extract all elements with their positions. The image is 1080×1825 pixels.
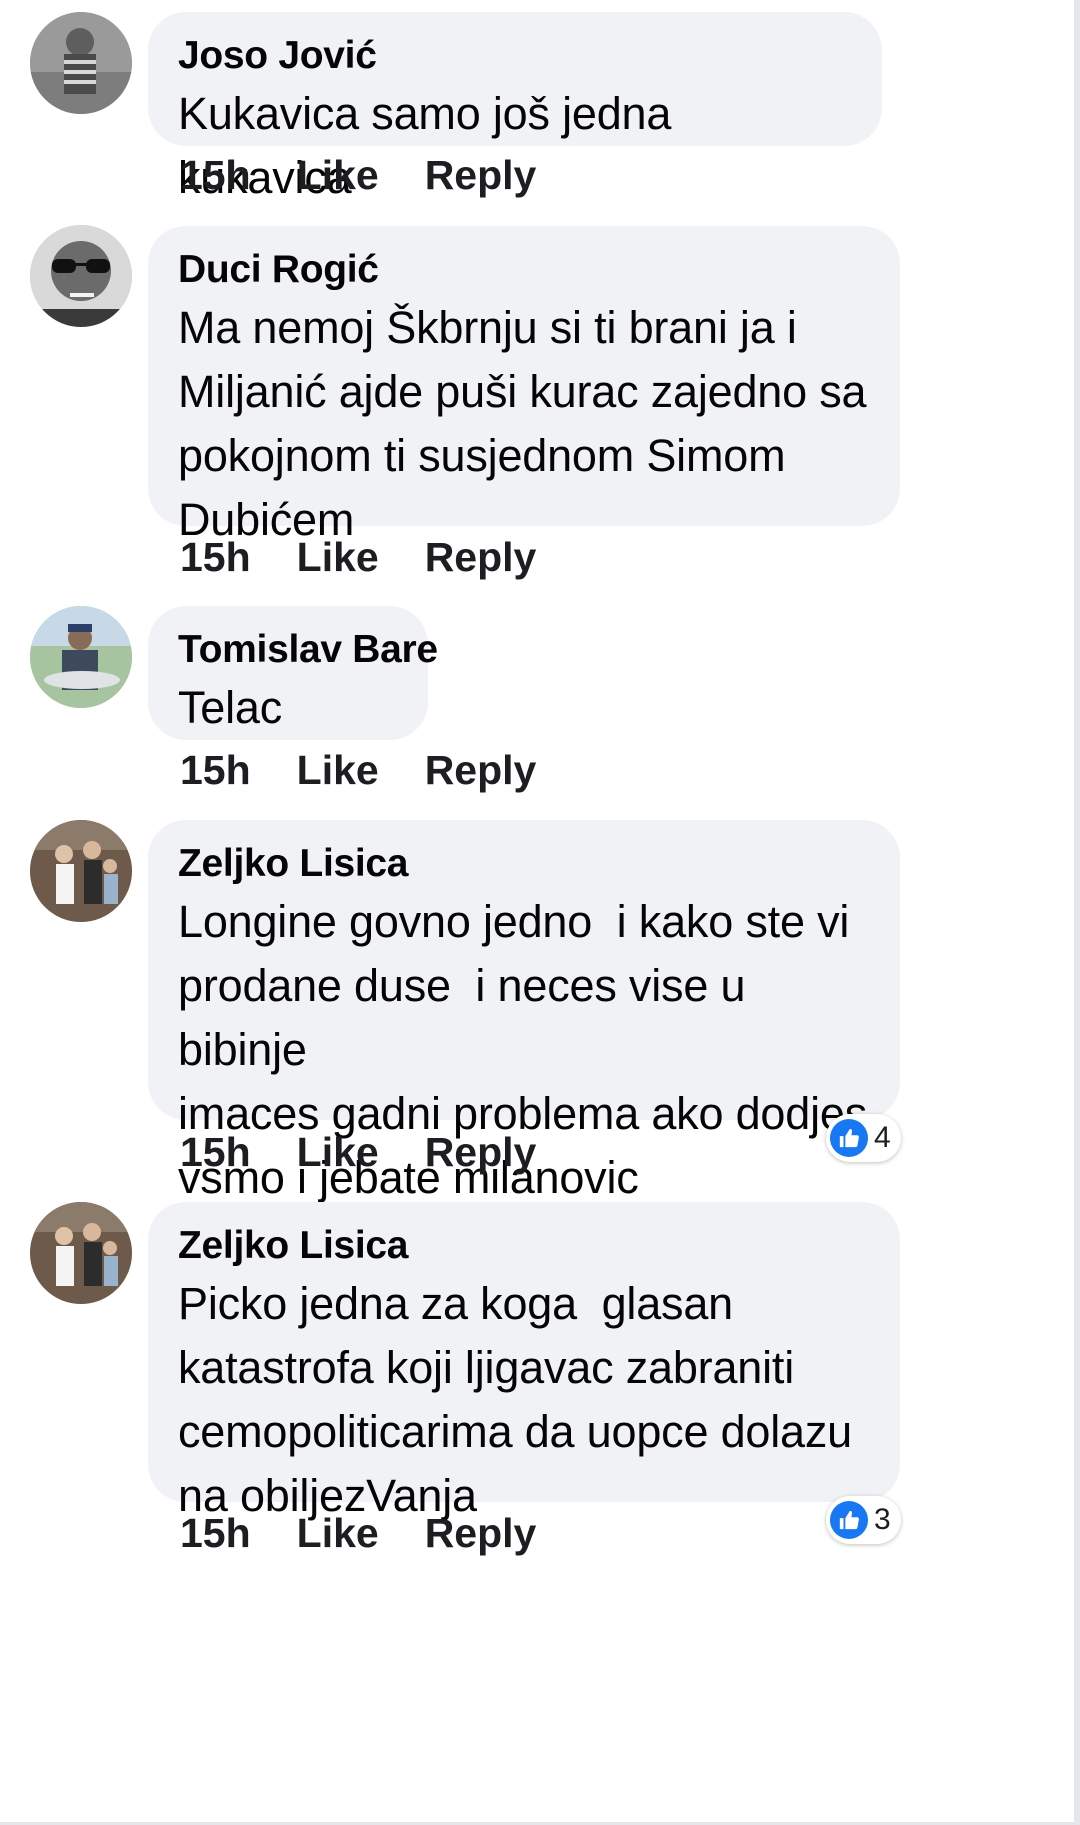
comment-actions: 15h Like Reply <box>180 1508 582 1558</box>
like-button[interactable]: Like <box>297 1508 379 1558</box>
comment-timestamp: 15h <box>180 747 251 793</box>
comment-text: Ma nemoj Škbrnju si ti brani ja i Miljan… <box>178 302 867 545</box>
comment-author[interactable]: Zeljko Lisica <box>178 840 870 888</box>
avatar[interactable] <box>30 606 132 708</box>
avatar[interactable] <box>30 1202 132 1304</box>
avatar[interactable] <box>30 225 132 327</box>
comment-bubble: Duci Rogić Ma nemoj Škbrnju si ti brani … <box>148 226 900 545</box>
like-button[interactable]: Like <box>297 1127 379 1177</box>
like-button[interactable]: Like <box>297 745 379 795</box>
thumbs-up-icon <box>830 1119 868 1157</box>
comment-bubble: Zeljko Lisica Picko jedna za koga glasan… <box>148 1202 900 1521</box>
reaction-count: 3 <box>874 1503 891 1536</box>
comment-text: Telac <box>178 682 283 733</box>
comment-author[interactable]: Joso Jović <box>178 32 852 80</box>
comment-author[interactable]: Zeljko Lisica <box>178 1222 870 1270</box>
reaction-count: 4 <box>874 1121 891 1154</box>
comment-timestamp: 15h <box>180 534 251 580</box>
like-button[interactable]: Like <box>297 150 379 200</box>
comment-actions: 15h Like Reply <box>180 1127 582 1177</box>
like-button[interactable]: Like <box>297 532 379 582</box>
reply-button[interactable]: Reply <box>425 745 537 795</box>
reaction-count-badge[interactable]: 4 <box>826 1114 901 1162</box>
comment-author[interactable]: Tomislav Bare <box>178 626 438 674</box>
comment-timestamp: 15h <box>180 152 251 198</box>
reaction-count-badge[interactable]: 3 <box>826 1496 901 1544</box>
avatar[interactable] <box>30 12 132 114</box>
comment-timestamp: 15h <box>180 1510 251 1556</box>
comment-bubble: Tomislav Bare Telac <box>148 606 438 740</box>
comment-text: Picko jedna za koga glasan katastrofa ko… <box>178 1278 852 1521</box>
comment-bubble: Joso Jović Kukavica samo još jedna kukav… <box>148 12 882 203</box>
scroll-edge <box>1074 0 1080 1825</box>
comment-actions: 15h Like Reply <box>180 532 582 582</box>
comment-thread: Joso Jović Kukavica samo još jedna kukav… <box>0 0 1080 1825</box>
reply-button[interactable]: Reply <box>425 532 537 582</box>
avatar[interactable] <box>30 820 132 922</box>
reply-button[interactable]: Reply <box>425 150 537 200</box>
comment-bubble: Zeljko Lisica Longine govno jedno i kako… <box>148 820 900 1203</box>
reply-button[interactable]: Reply <box>425 1508 537 1558</box>
thumbs-up-icon <box>830 1501 868 1539</box>
reply-button[interactable]: Reply <box>425 1127 537 1177</box>
comment-actions: 15h Like Reply <box>180 150 582 200</box>
comment-author[interactable]: Duci Rogić <box>178 246 870 294</box>
comment-timestamp: 15h <box>180 1129 251 1175</box>
comment-actions: 15h Like Reply <box>180 745 582 795</box>
